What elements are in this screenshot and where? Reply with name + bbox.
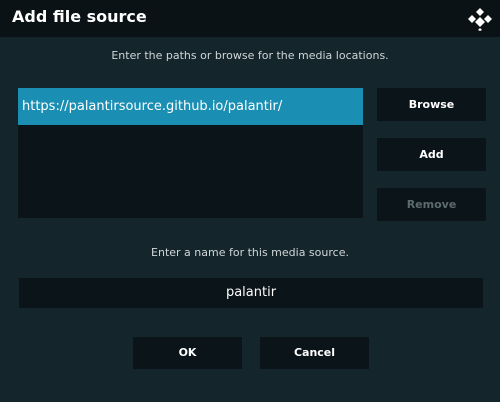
paths-instructions: Enter the paths or browse for the media … (111, 49, 389, 62)
remove-button[interactable]: Remove (377, 188, 486, 221)
source-name-label: Enter a name for this media source. (151, 246, 349, 259)
ok-button[interactable]: OK (133, 337, 242, 369)
dialog-title: Add file source (12, 7, 147, 26)
path-list-item[interactable]: https://palantirsource.github.io/palanti… (18, 88, 363, 125)
media-paths-list[interactable]: https://palantirsource.github.io/palanti… (18, 88, 363, 218)
add-file-source-dialog: Add file source Enter the paths or brows… (0, 0, 500, 402)
browse-button[interactable]: Browse (377, 88, 486, 121)
title-bar: Add file source (0, 0, 500, 37)
add-button[interactable]: Add (377, 138, 486, 171)
cancel-button[interactable]: Cancel (260, 337, 369, 369)
kodi-logo-icon (468, 8, 492, 31)
source-name-input[interactable]: palantir (19, 278, 483, 308)
